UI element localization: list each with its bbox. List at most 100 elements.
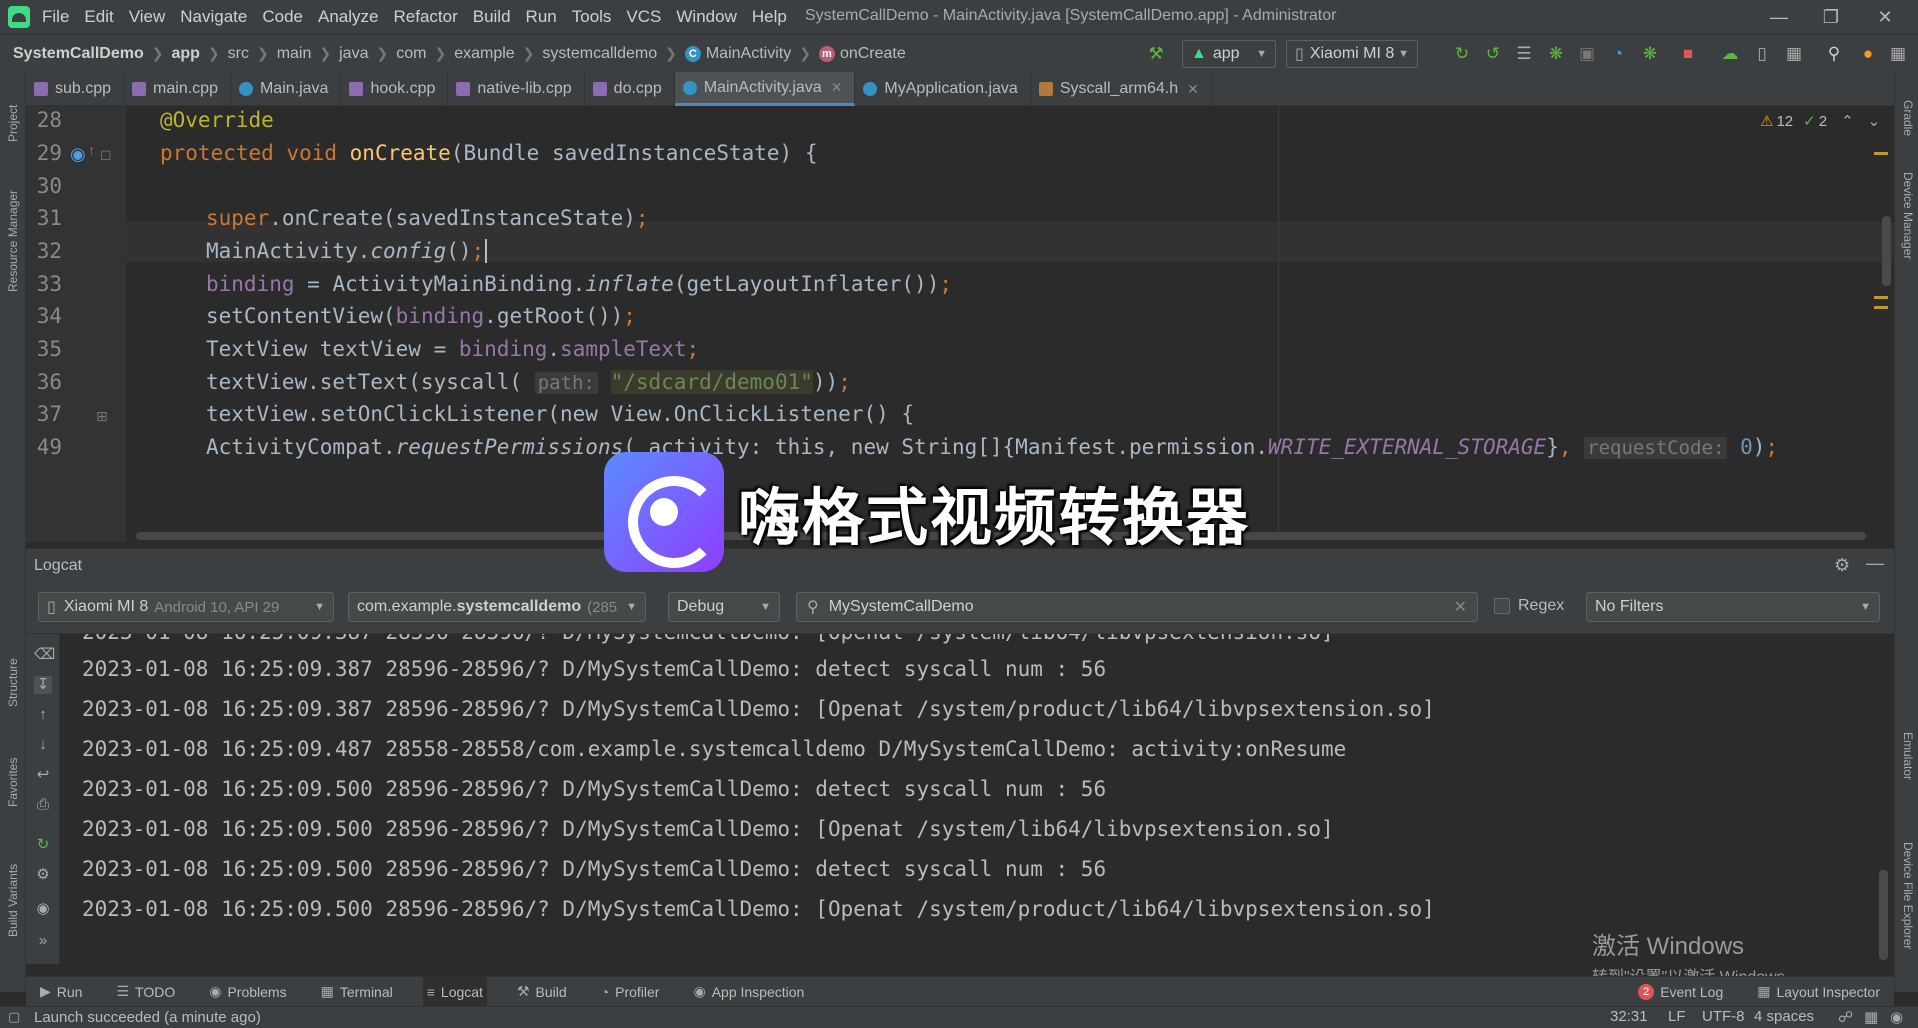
logcat-device-select[interactable]: ▯ Xiaomi MI 8 Android 10, API 29 ▼ <box>38 592 334 622</box>
tab-main-cpp[interactable]: main.cpp <box>124 72 231 106</box>
tool-build[interactable]: ⚒ Build <box>513 977 571 1007</box>
tab-native-lib-cpp[interactable]: native-lib.cpp <box>448 72 585 106</box>
file-encoding[interactable]: UTF-8 <box>1702 1008 1745 1025</box>
editor-vertical-scrollbar[interactable] <box>1882 216 1891 286</box>
memory-icon[interactable]: ▦ <box>1864 1008 1878 1026</box>
menu-file[interactable]: File <box>42 7 69 27</box>
tool-profiler[interactable]: ◔ Profiler <box>597 977 664 1007</box>
inspection-status[interactable]: ⚠ 12 ✓ 2 ⌃ ⌄ <box>1760 112 1881 131</box>
menu-edit[interactable]: Edit <box>84 7 113 27</box>
restore-icon[interactable]: ❐ <box>1808 4 1854 30</box>
scroll-to-end-icon[interactable]: ↧ <box>34 676 52 694</box>
menu-build[interactable]: Build <box>473 7 511 27</box>
tool-resource-manager[interactable]: Resource Manager <box>6 190 20 292</box>
menu-tools[interactable]: Tools <box>572 7 612 27</box>
run-config-select[interactable]: ▲ app ▼ <box>1182 40 1276 68</box>
camera-icon[interactable]: ◉ <box>34 900 52 918</box>
more-icon[interactable]: » <box>34 932 52 950</box>
tab-main-java[interactable]: Main.java <box>231 72 342 106</box>
sync-gradle-icon[interactable]: ☁ <box>1718 42 1742 66</box>
attach-debugger-icon[interactable]: ❋ <box>1638 42 1662 66</box>
breadcrumb-class[interactable]: C MainActivity <box>684 45 791 63</box>
tab-syscall-arm64-h[interactable]: Syscall_arm64.h ✕ <box>1031 72 1212 106</box>
fold-icon[interactable]: ◻ <box>100 146 112 163</box>
menu-window[interactable]: Window <box>676 7 736 27</box>
hide-panel-icon[interactable]: — <box>1866 553 1884 574</box>
menu-view[interactable]: View <box>129 7 166 27</box>
tab-sub-cpp[interactable]: sub.cpp <box>26 72 125 106</box>
close-window-icon[interactable]: ✕ <box>1862 4 1908 30</box>
indent-setting[interactable]: 4 spaces <box>1754 1008 1814 1025</box>
logcat-scrollbar[interactable] <box>1879 870 1888 960</box>
search-icon[interactable]: ⚲ <box>1822 42 1846 66</box>
tool-device-file-explorer[interactable]: Device File Explorer <box>1901 842 1915 949</box>
sdk-manager-icon[interactable]: ▦ <box>1782 42 1806 66</box>
tool-app-inspection[interactable]: ◉ App Inspection <box>689 977 808 1007</box>
regex-checkbox[interactable] <box>1494 598 1510 614</box>
tool-device-manager[interactable]: Device Manager <box>1901 172 1915 259</box>
menu-help[interactable]: Help <box>752 7 787 27</box>
chevron-up-icon[interactable]: ⌃ <box>1841 112 1854 130</box>
warning-stripe[interactable] <box>1874 296 1888 299</box>
close-tab-icon[interactable]: ✕ <box>1187 81 1199 98</box>
hammer-build-icon[interactable]: ⚒ <box>1144 42 1168 66</box>
restart-icon[interactable]: ↻ <box>34 836 52 854</box>
list-icon[interactable]: ☰ <box>1512 42 1536 66</box>
breadcrumb-project[interactable]: SystemCallDemo <box>13 45 144 63</box>
arrow-down-icon[interactable]: ↓ <box>34 736 52 754</box>
debug-icon[interactable]: ❋ <box>1544 42 1568 66</box>
soft-wrap-icon[interactable]: ↩ <box>34 766 52 784</box>
tool-event-log[interactable]: 2 Event Log <box>1634 977 1727 1007</box>
apply-code-changes-icon[interactable]: ↺ <box>1481 42 1505 66</box>
tool-terminal[interactable]: ▦ Terminal <box>317 977 397 1007</box>
trash-icon[interactable]: ⌫ <box>34 646 55 664</box>
device-select[interactable]: ▯ Xiaomi MI 8 ▼ <box>1286 40 1418 68</box>
breadcrumb-main[interactable]: main <box>277 45 312 63</box>
breadcrumb-method[interactable]: m onCreate <box>818 45 906 63</box>
minimize-icon[interactable]: — <box>1756 4 1802 30</box>
logcat-process-select[interactable]: com.example. systemcalldemo (285 ▼ <box>348 592 646 622</box>
lock-icon[interactable]: ☍ <box>1838 1008 1853 1026</box>
tool-layout-inspector[interactable]: ▦ Layout Inspector <box>1753 977 1884 1007</box>
panel-toggle-icon[interactable]: ▢ <box>8 1009 20 1025</box>
settings-gear-icon[interactable]: ⚙ <box>1834 555 1850 576</box>
tool-build-variants[interactable]: Build Variants <box>6 864 20 937</box>
tool-project[interactable]: Project <box>6 105 20 142</box>
line-separator[interactable]: LF <box>1668 1008 1686 1025</box>
logcat-level-select[interactable]: Debug ▼ <box>668 592 780 622</box>
tool-todo[interactable]: ☰ TODO <box>112 977 179 1007</box>
close-tab-icon[interactable]: ✕ <box>831 79 843 96</box>
cursor-position[interactable]: 32:31 <box>1610 1008 1648 1025</box>
menu-analyze[interactable]: Analyze <box>318 7 378 27</box>
breadcrumb-example[interactable]: example <box>454 45 514 63</box>
profile-icon[interactable]: ◔ <box>1606 42 1630 66</box>
breadcrumb-package[interactable]: systemcalldemo <box>542 45 657 63</box>
menu-run[interactable]: Run <box>526 7 557 27</box>
chevron-down-icon[interactable]: ⌄ <box>1868 112 1881 130</box>
tool-gradle[interactable]: Gradle <box>1901 100 1915 136</box>
tool-logcat[interactable]: ≡ Logcat <box>422 976 487 1007</box>
tool-emulator[interactable]: Emulator <box>1901 732 1915 780</box>
breadcrumb-com[interactable]: com <box>396 45 426 63</box>
settings-icon[interactable]: ▦ <box>1886 42 1910 66</box>
clear-icon[interactable]: ✕ <box>1454 597 1467 617</box>
logcat-output[interactable]: 2023-01-08 16:25:09.387 28596-28596/? D/… <box>60 634 1880 964</box>
override-marker-icon[interactable]: ◉ <box>70 144 86 165</box>
warning-stripe[interactable] <box>1874 306 1888 309</box>
menu-vcs[interactable]: VCS <box>626 7 661 27</box>
menu-refactor[interactable]: Refactor <box>393 7 457 27</box>
status-message[interactable]: Launch succeeded (a minute ago) <box>34 1009 261 1026</box>
notifications-icon[interactable]: ◉ <box>1890 1008 1903 1026</box>
arrow-up-icon[interactable]: ↑ <box>34 706 52 724</box>
breadcrumb-java[interactable]: java <box>339 45 368 63</box>
device-manager-icon[interactable]: ▯ <box>1750 42 1774 66</box>
breadcrumb-src[interactable]: src <box>228 45 249 63</box>
tool-run[interactable]: ▶ Run <box>36 977 86 1007</box>
logcat-search-input[interactable]: ⚲ MySystemCallDemo ✕ <box>796 592 1478 622</box>
tool-structure[interactable]: Structure <box>6 658 20 707</box>
menu-code[interactable]: Code <box>262 7 303 27</box>
logcat-filter-select[interactable]: No Filters ▼ <box>1586 592 1880 622</box>
tool-problems[interactable]: ◉ Problems <box>205 977 290 1007</box>
tab-hook-cpp[interactable]: hook.cpp <box>341 72 449 106</box>
tab-myapplication-java[interactable]: MyApplication.java <box>855 72 1031 106</box>
